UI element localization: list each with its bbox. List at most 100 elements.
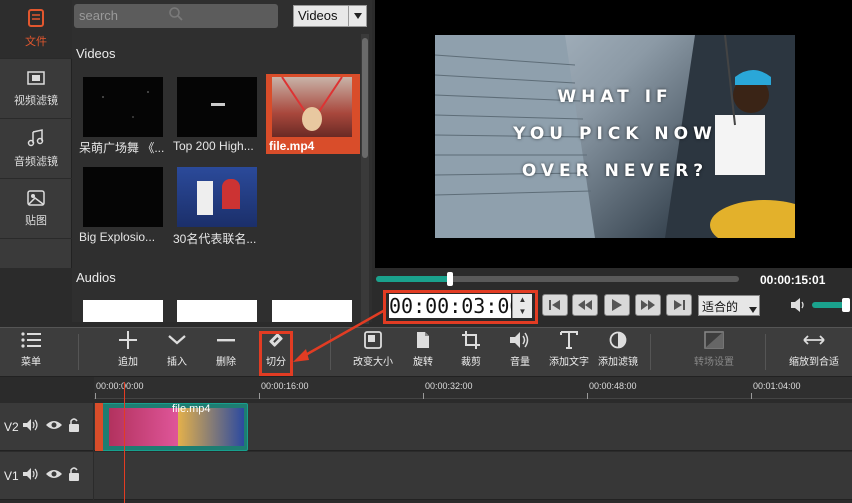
crop-button[interactable]: 裁剪 [455, 331, 487, 375]
insert-label: 插入 [167, 357, 187, 368]
clip-name: file.mp4 [172, 403, 211, 415]
video-thumb-2[interactable] [177, 77, 257, 137]
append-button[interactable]: 追加 [112, 331, 144, 375]
seek-handle[interactable] [447, 272, 453, 286]
audio-filter-icon [27, 129, 44, 147]
search-icon [169, 7, 183, 21]
minus-icon [217, 339, 235, 342]
rewind-icon [578, 300, 592, 310]
audio-thumb-3[interactable] [272, 300, 352, 322]
delete-button[interactable]: 删除 [210, 331, 242, 375]
menu-button[interactable]: 菜单 [16, 331, 46, 375]
zoom-select[interactable]: 适合的 [698, 295, 760, 316]
volume-handle[interactable] [842, 298, 850, 312]
ruler-tick [587, 393, 588, 399]
nav-video-filter[interactable]: 视频滤镜 [0, 60, 72, 119]
nav-audio-filter[interactable]: 音频滤镜 [0, 120, 72, 179]
timecode-input[interactable]: 00:00:03:00 [389, 294, 521, 318]
playhead[interactable] [124, 382, 125, 503]
zoom-fit-button[interactable]: 缩放到合适 [788, 331, 840, 375]
track-v1[interactable] [94, 452, 852, 500]
nav-audio-filter-label: 音频滤镜 [14, 156, 58, 168]
volume-icon[interactable] [791, 298, 807, 312]
rotate-button[interactable]: 旋转 [408, 331, 438, 375]
track-name: V2 [4, 419, 19, 434]
zoom-value: 适合的 [702, 300, 739, 314]
nav-file-label: 文件 [25, 36, 47, 48]
skip-start-button[interactable] [542, 294, 568, 316]
insert-button[interactable]: 插入 [161, 331, 193, 375]
transition-settings-button[interactable]: 转场设置 [693, 331, 735, 375]
timecode-stepper[interactable]: ▲ ▼ [512, 294, 532, 318]
eye-icon[interactable] [45, 468, 63, 483]
left-nav: 文件 视频滤镜 音频滤镜 贴图 [0, 0, 72, 268]
ruler-tick [751, 393, 752, 399]
add-filter-button[interactable]: 添加滤镜 [597, 331, 639, 375]
video-label-5: 30名代表联名... [173, 232, 257, 246]
ruler-label: 00:00:16:00 [261, 381, 309, 391]
chevron-down-icon [168, 335, 186, 345]
ruler-tick [259, 393, 260, 399]
ruler-tick [95, 393, 96, 399]
transition-settings-label: 转场设置 [694, 357, 734, 368]
video-label-2: Top 200 High... [173, 139, 254, 153]
play-button[interactable] [604, 294, 630, 316]
media-library [72, 0, 372, 322]
delete-label: 删除 [216, 357, 236, 368]
clip-thumbnail [109, 408, 179, 446]
fast-forward-button[interactable] [635, 294, 661, 316]
lock-icon[interactable] [67, 467, 81, 484]
video-thumb-5[interactable] [177, 167, 257, 227]
track-header-v1: V1 [0, 452, 93, 500]
resize-button[interactable]: 改变大小 [352, 331, 394, 375]
category-select[interactable]: Videos [293, 5, 367, 27]
video-thumb-4[interactable] [83, 167, 163, 227]
ruler-tick [423, 393, 424, 399]
fit-arrows-icon [803, 335, 825, 345]
skip-end-button[interactable] [666, 294, 692, 316]
overlay-line-3: OVER NEVER? [521, 161, 709, 181]
overlay-line-2: YOU PICK NOW [513, 124, 717, 144]
rewind-button[interactable] [572, 294, 598, 316]
lock-icon[interactable] [67, 418, 81, 435]
library-scrollbar[interactable] [361, 34, 369, 324]
toolbar-divider [78, 334, 79, 370]
eye-icon[interactable] [45, 419, 63, 434]
speaker-icon[interactable] [22, 468, 41, 483]
stepper-up-icon[interactable]: ▲ [513, 294, 532, 306]
audio-thumb-1[interactable] [83, 300, 163, 322]
toolbar-divider [650, 334, 651, 370]
track-name: V1 [4, 468, 19, 483]
add-text-button[interactable]: 添加文字 [548, 331, 590, 375]
audio-thumb-2[interactable] [177, 300, 257, 322]
menu-label: 菜单 [21, 357, 41, 368]
timeline-ruler[interactable] [94, 377, 852, 399]
add-text-label: 添加文字 [549, 357, 589, 368]
text-icon [560, 331, 578, 349]
overlay-line-1: WHAT IF [557, 87, 673, 107]
video-label-3: file.mp4 [269, 139, 315, 153]
add-filter-label: 添加滤镜 [598, 357, 638, 368]
chevron-down-icon [348, 6, 366, 26]
resize-label: 改变大小 [353, 357, 393, 368]
nav-file[interactable]: 文件 [0, 0, 72, 59]
video-thumb-1[interactable] [83, 77, 163, 137]
menu-icon [21, 332, 41, 348]
volume-tool-button[interactable]: 音量 [505, 331, 535, 375]
speaker-icon[interactable] [22, 419, 41, 434]
nav-sticker[interactable]: 贴图 [0, 180, 72, 239]
fast-forward-icon [641, 300, 655, 310]
crop-label: 裁剪 [461, 357, 481, 368]
ruler-label: 00:00:00:00 [96, 381, 144, 391]
rotate-icon [417, 332, 429, 348]
resize-icon [364, 331, 382, 349]
video-filter-icon [27, 71, 45, 85]
clip-trim-handle[interactable] [95, 403, 103, 451]
video-thumb-3[interactable] [272, 76, 352, 137]
video-frame[interactable]: WHAT IF YOU PICK NOW OVER NEVER? [435, 35, 795, 238]
volume-slider[interactable] [812, 302, 846, 308]
split-highlight [259, 331, 293, 376]
sticker-icon [27, 190, 45, 206]
stepper-down-icon[interactable]: ▼ [513, 306, 532, 318]
videos-heading: Videos [76, 46, 116, 61]
